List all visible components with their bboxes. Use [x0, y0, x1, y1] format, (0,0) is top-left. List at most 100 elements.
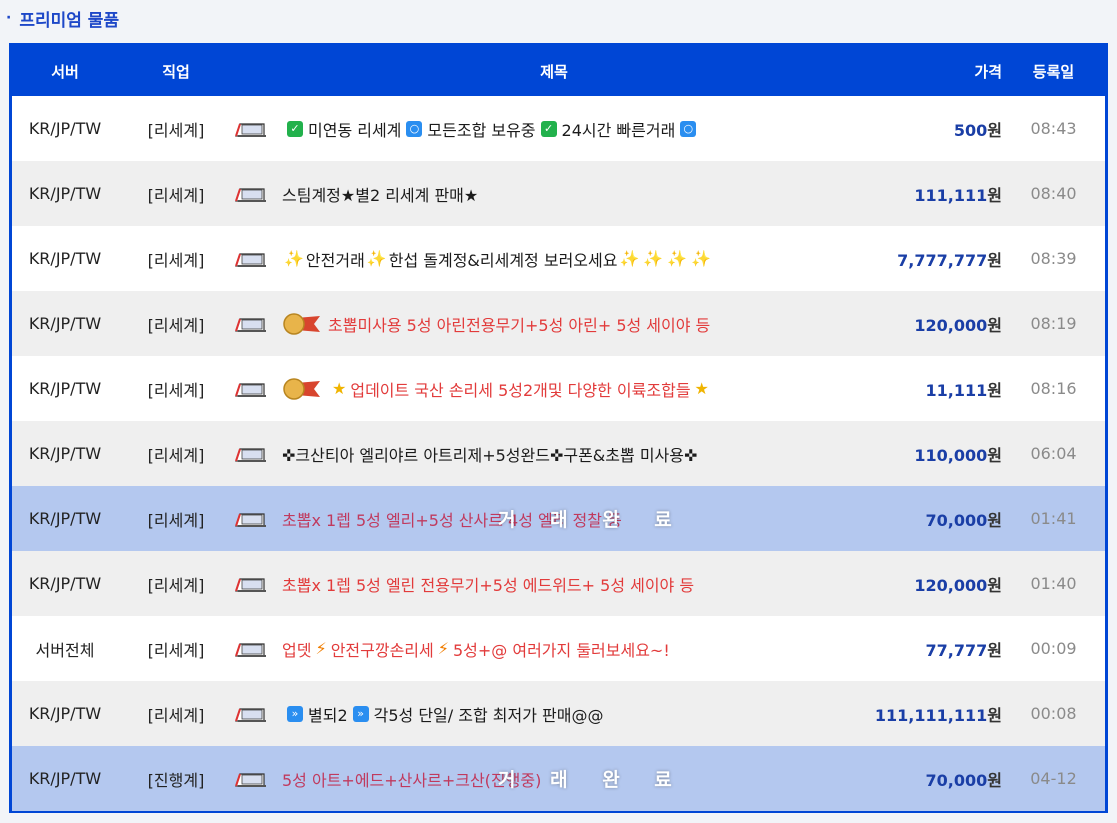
row-job: [리세계]: [147, 640, 205, 660]
row-title-text-c: 24시간 빠른거래: [561, 120, 676, 140]
header-job: 직업: [162, 62, 190, 81]
row-server: KR/JP/TW: [28, 769, 102, 788]
ring-emoji-icon: ○: [406, 120, 423, 137]
row-job: [리세계]: [147, 705, 205, 725]
pc-platform-icon: [235, 382, 266, 397]
row-title-text: 안전거래: [305, 250, 365, 270]
row-job: [리세계]: [147, 575, 205, 595]
urgent-badge-icon: [283, 312, 320, 335]
header-title: 제목: [540, 62, 568, 81]
row-title-text: 초뽑x 1렙 5성 엘린 전용무기+5성 에드위드+ 5성 세이야 등: [282, 575, 695, 595]
pc-platform-icon: [235, 642, 266, 657]
row-date: 00:09: [1030, 639, 1077, 658]
table-row[interactable]: KR/JP/TW [리세계] 초뽑x 1렙 5성 엘린 전용무기+5성 에드위드…: [12, 551, 1105, 616]
row-title[interactable]: 업뎃 ⚡ 안전구깡손리세 ⚡ 5성+@ 여러가지 둘러보세요~!: [234, 637, 874, 661]
pc-platform-icon: [235, 447, 266, 462]
premium-items-table: 서버 직업 제목 가격 등록일 KR/JP/TW [리세계] ✓ 미연동 리세계…: [9, 43, 1108, 813]
row-date: 06:04: [1030, 444, 1077, 463]
row-server: KR/JP/TW: [28, 704, 102, 723]
row-price: 77,777원: [925, 640, 1002, 660]
row-price: 120,000원: [914, 315, 1002, 335]
row-job: [리세계]: [147, 250, 205, 270]
urgent-badge-icon: [283, 377, 320, 400]
lightning-icon: ⚡: [315, 639, 327, 658]
row-date: 00:08: [1030, 704, 1077, 723]
row-server: KR/JP/TW: [28, 119, 102, 138]
sparkle-icon: ✨: [366, 249, 387, 268]
row-server: KR/JP/TW: [28, 314, 102, 333]
row-job: [리세계]: [147, 120, 205, 140]
table-row[interactable]: KR/JP/TW [리세계] ✜크산티아 엘리야르 아트리제+5성완드✜구폰&초…: [12, 421, 1105, 486]
row-title[interactable]: ★ 업데이트 국산 손리세 5성2개및 다양한 이륙조합들 ★: [234, 377, 874, 401]
header-price: 가격: [974, 62, 1002, 81]
table-row[interactable]: KR/JP/TW [리세계] ✓ 미연동 리세계 ○ 모든조합 보유중 ✓ 24…: [12, 96, 1105, 161]
row-date: 01:40: [1030, 574, 1077, 593]
row-price: 500원: [953, 120, 1002, 140]
row-price: 120,000원: [914, 575, 1002, 595]
row-job: [리세계]: [147, 510, 205, 530]
row-job: [리세계]: [147, 380, 205, 400]
table-row[interactable]: KR/JP/TW [리세계] ✨ 안전거래 ✨ 한섭 돌계정&리세계정 보러오세…: [12, 226, 1105, 291]
row-title-text-b: 모든조합 보유중: [427, 120, 536, 140]
row-title[interactable]: 초뽑미사용 5성 아린전용무기+5성 아린+ 5성 세이야 등: [234, 312, 874, 336]
row-server: KR/JP/TW: [28, 249, 102, 268]
pc-platform-icon: [235, 252, 266, 267]
check-emoji-icon: ✓: [540, 120, 557, 137]
row-server: KR/JP/TW: [28, 574, 102, 593]
row-job: [리세계]: [147, 445, 205, 465]
row-title[interactable]: ✜크산티아 엘리야르 아트리제+5성완드✜구폰&초뽑 미사용✜: [234, 442, 874, 466]
row-title-text-c: 5성+@ 여러가지 둘러보세요~!: [452, 640, 670, 660]
row-title-text: 스팀계정★별2 리세계 판매★: [282, 185, 479, 205]
ring-emoji-icon: ○: [680, 120, 697, 137]
table-row[interactable]: KR/JP/TW [리세계] » 별되2 » 각5성 단일/ 조합 최저가 판매…: [12, 681, 1105, 746]
table-row-completed[interactable]: KR/JP/TW [리세계] 초뽑x 1렙 5성 엘리+5성 산사르 4성 엘리…: [12, 486, 1105, 551]
row-title-text: ✜크산티아 엘리야르 아트리제+5성완드✜구폰&초뽑 미사용✜: [282, 445, 698, 465]
pc-platform-icon: [235, 512, 266, 527]
row-price: 110,000원: [914, 445, 1002, 465]
row-server: 서버전체: [35, 640, 95, 660]
sparkle-icon: ✨: [284, 249, 304, 268]
row-title-text: 업뎃: [282, 640, 312, 660]
row-date: 08:19: [1030, 314, 1077, 333]
row-title-text: 업데이트 국산 손리세 5성2개및 다양한 이륙조합들: [350, 380, 691, 400]
table-row[interactable]: KR/JP/TW [리세계] ★ 업데이트 국산 손리세 5성2개및 다양한 이…: [12, 356, 1105, 421]
lightning-icon: ⚡: [437, 639, 449, 658]
row-server: KR/JP/TW: [28, 379, 102, 398]
trade-completed-label: 거 래 완 료: [498, 769, 686, 791]
row-title[interactable]: » 별되2 » 각5성 단일/ 조합 최저가 판매@@: [234, 702, 874, 726]
table-row-completed[interactable]: KR/JP/TW [진행계] 5성 아트+에드+산사르+크산(진행중) 70,0…: [12, 746, 1105, 811]
row-job: [리세계]: [147, 185, 205, 205]
star-icon: ★: [332, 379, 347, 398]
row-title-text-b: 한섭 돌계정&리세계정 보러오세요: [388, 250, 618, 270]
pc-platform-icon: [235, 707, 266, 722]
row-price: 11,111원: [925, 380, 1002, 400]
pc-platform-icon: [235, 317, 266, 332]
fast-forward-emoji-icon: »: [287, 705, 303, 722]
row-job: [진행계]: [147, 770, 205, 790]
section-title-text: 프리미엄 물품: [19, 10, 120, 31]
table-row[interactable]: KR/JP/TW [리세계] 초뽑미사용 5성 아린전용무기+5성 아린+ 5성…: [12, 291, 1105, 356]
row-job: [리세계]: [147, 315, 205, 335]
sparkle-icon: ✨: [667, 249, 688, 268]
pc-platform-icon: [235, 122, 266, 137]
pc-platform-icon: [235, 577, 266, 592]
header-date: 등록일: [1032, 62, 1075, 81]
sparkle-icon: ✨: [691, 249, 712, 268]
row-price: 111,111원: [914, 185, 1002, 205]
row-title-text: 별되2: [308, 705, 348, 725]
trade-completed-label: 거 래 완 료: [498, 509, 686, 531]
table-header: 서버 직업 제목 가격 등록일: [12, 46, 1105, 96]
row-price: 70,000원: [925, 510, 1002, 530]
row-title[interactable]: ✓ 미연동 리세계 ○ 모든조합 보유중 ✓ 24시간 빠른거래 ○: [234, 117, 874, 141]
pc-platform-icon: [235, 187, 266, 202]
row-title[interactable]: 초뽑x 1렙 5성 엘린 전용무기+5성 에드위드+ 5성 세이야 등: [234, 572, 874, 596]
row-title[interactable]: ✨ 안전거래 ✨ 한섭 돌계정&리세계정 보러오세요 ✨ ✨ ✨ ✨: [234, 247, 874, 271]
row-price: 111,111,111원: [874, 705, 1002, 725]
check-emoji-icon: ✓: [287, 120, 303, 137]
row-title[interactable]: 스팀계정★별2 리세계 판매★: [234, 182, 874, 206]
table-row[interactable]: 서버전체 [리세계] 업뎃 ⚡ 안전구깡손리세 ⚡ 5성+@ 여러가지 둘러보세…: [12, 616, 1105, 681]
row-title-text-b: 안전구깡손리세: [330, 640, 434, 660]
pc-platform-icon: [235, 772, 266, 787]
table-row[interactable]: KR/JP/TW [리세계] 스팀계정★별2 리세계 판매★ 111,111원 …: [12, 161, 1105, 226]
row-server: KR/JP/TW: [28, 444, 102, 463]
